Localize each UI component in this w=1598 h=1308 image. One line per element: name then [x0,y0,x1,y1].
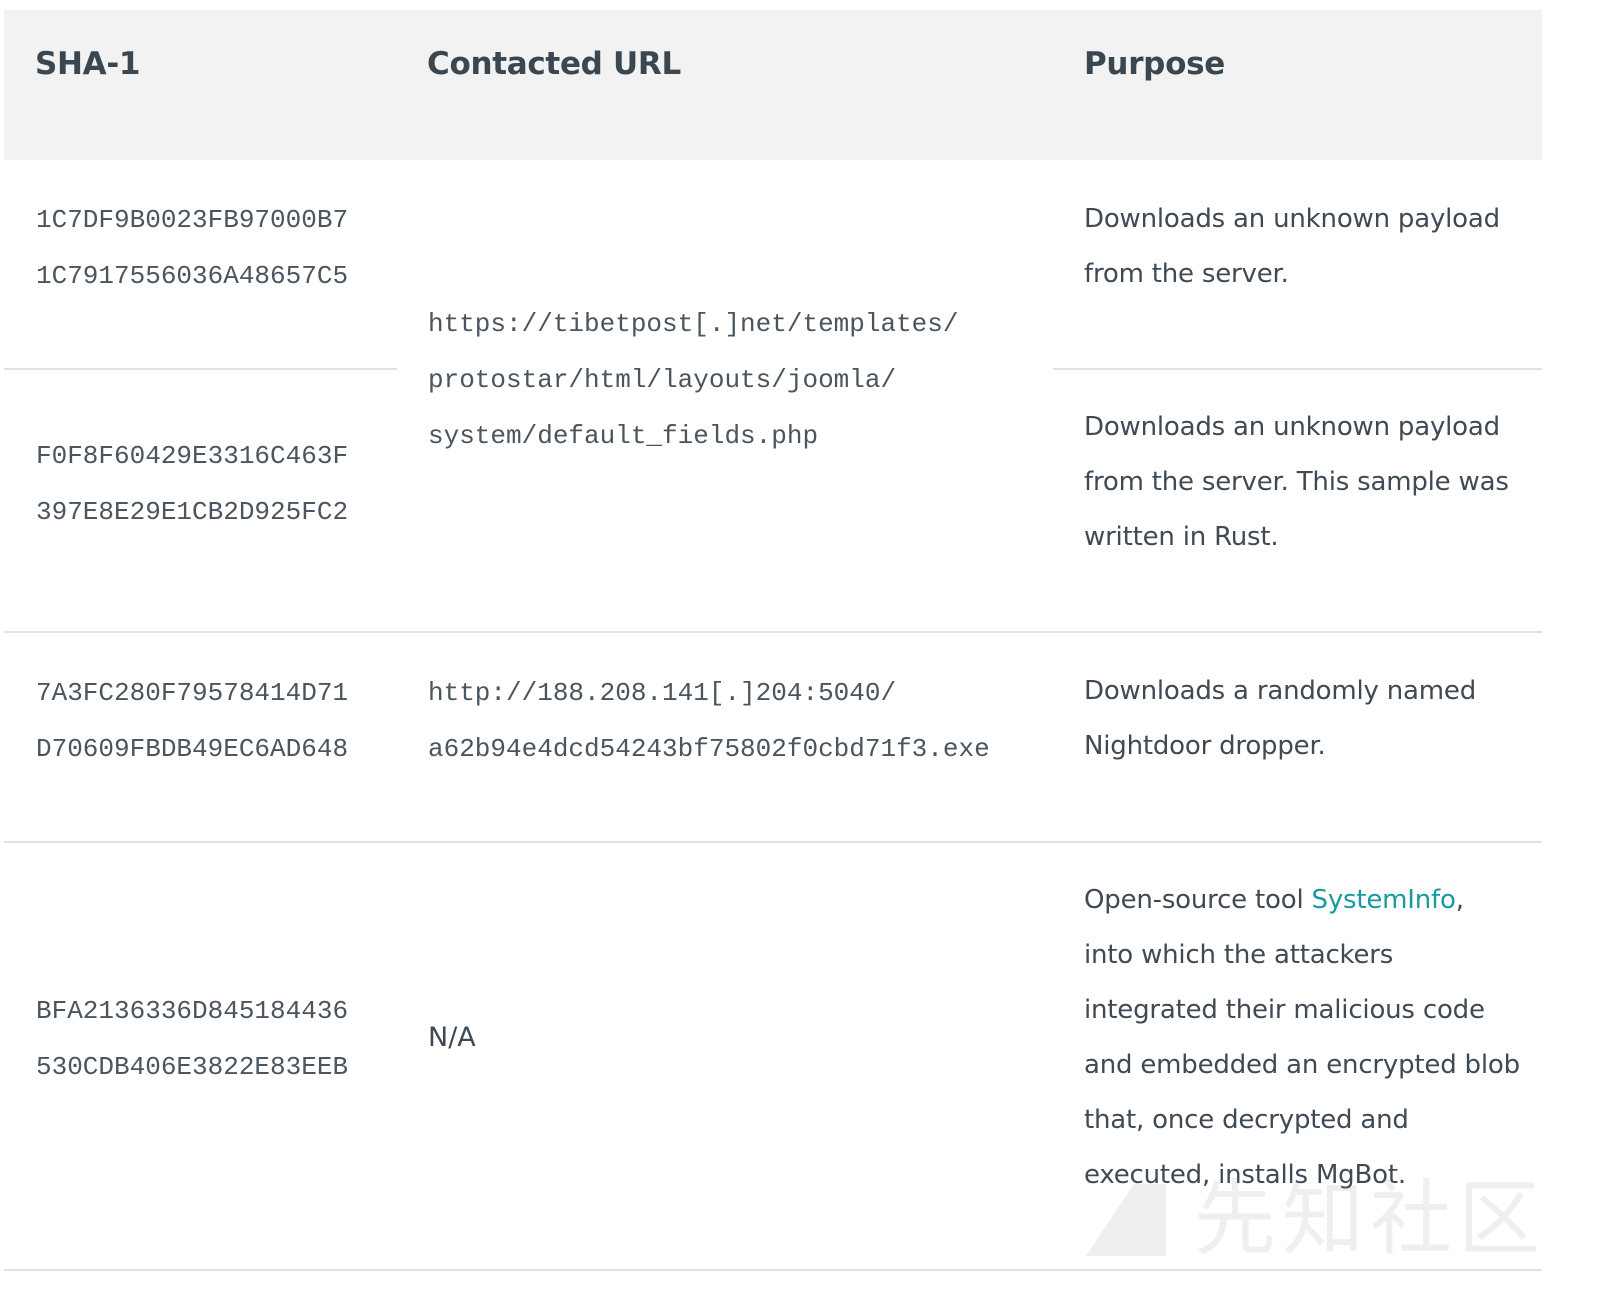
row-divider [4,1269,1542,1271]
purpose-text: Open-source tool [1084,885,1312,915]
row-divider [4,631,1542,633]
table-cell-purpose: Downloads an unknown payload from the se… [1084,400,1509,565]
sha1-line: 1C7917556036A48657C5 [36,261,349,291]
purpose-line: and embedded an encrypted blob [1084,1050,1520,1080]
purpose-line: from the server. This sample was [1084,467,1509,497]
sha1-line: 7A3FC280F79578414D71 [36,678,349,708]
purpose-line: Nightdoor dropper. [1084,731,1326,761]
table-cell-sha1: BFA2136336D845184436 530CDB406E3822E83EE… [36,983,348,1095]
systeminfo-link[interactable]: SystemInfo [1312,885,1456,915]
purpose-line: Downloads a randomly named [1084,676,1476,706]
sha1-line: D70609FBDB49EC6AD648 [36,734,349,764]
purpose-line: that, once decrypted and [1084,1105,1409,1135]
table-cell-url: N/A [428,1022,476,1053]
header-sha1: SHA-1 [35,46,141,82]
watermark-logo-icon [1086,1184,1166,1256]
sha1-line: BFA2136336D845184436 [36,996,349,1026]
purpose-line: written in Rust. [1084,522,1279,552]
table-cell-purpose: Open-source tool SystemInfo, into which … [1084,873,1520,1203]
purpose-text: , [1455,885,1464,915]
purpose-line: from the server. [1084,259,1289,289]
table-header: SHA-1 Contacted URL Purpose [4,10,1542,160]
url-line: a62b94e4dcd54243bf75802f0cbd71f3.exe [428,734,990,764]
purpose-line: Downloads an unknown payload [1084,204,1500,234]
sha1-line: 530CDB406E3822E83EEB [36,1052,349,1082]
table-cell-url: https://tibetpost[.]net/templates/ proto… [428,296,959,464]
table-cell-sha1: F0F8F60429E3316C463F 397E8E29E1CB2D925FC… [36,428,348,540]
table-cell-sha1: 1C7DF9B0023FB97000B7 1C7917556036A48657C… [36,192,348,304]
purpose-line: integrated their malicious code [1084,995,1485,1025]
url-line: https://tibetpost[.]net/templates/ [428,309,959,339]
sha1-line: 397E8E29E1CB2D925FC2 [36,497,349,527]
row-divider [1053,368,1542,370]
watermark-text: 先知社区 [1194,1172,1547,1267]
purpose-line: into which the attackers [1084,940,1394,970]
sha1-line: F0F8F60429E3316C463F [36,441,349,471]
sha1-line: 1C7DF9B0023FB97000B7 [36,205,349,235]
header-contacted-url: Contacted URL [427,46,681,82]
table-cell-url: http://188.208.141[.]204:5040/ a62b94e4d… [428,665,990,777]
url-line: system/default_fields.php [428,421,819,451]
url-line: protostar/html/layouts/joomla/ [428,365,897,395]
table-cell-purpose: Downloads a randomly named Nightdoor dro… [1084,664,1476,774]
url-line: http://188.208.141[.]204:5040/ [428,678,897,708]
row-divider [4,841,1542,843]
table-cell-sha1: 7A3FC280F79578414D71 D70609FBDB49EC6AD64… [36,665,348,777]
row-divider [4,368,397,370]
purpose-line: Open-source tool SystemInfo, [1084,873,1520,928]
watermark: 先知社区 [1076,1176,1546,1264]
header-purpose: Purpose [1084,46,1225,82]
table-cell-purpose: Downloads an unknown payload from the se… [1084,192,1500,302]
purpose-line: Downloads an unknown payload [1084,412,1500,442]
